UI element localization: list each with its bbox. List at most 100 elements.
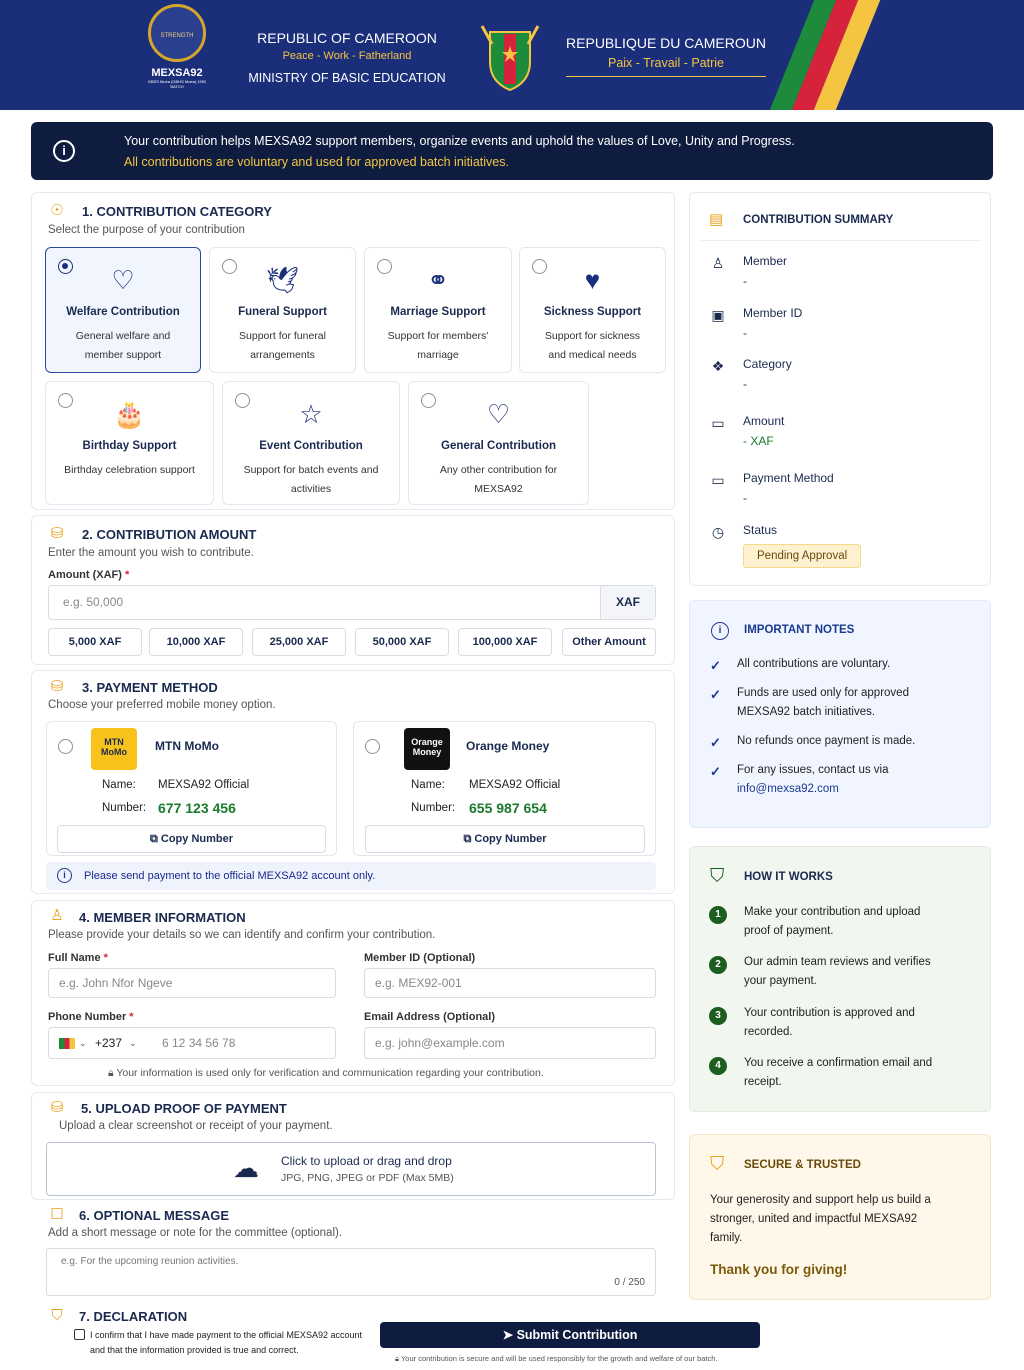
category-card-sickness[interactable]: ♥ Sickness Support Support for sickness … [519, 247, 666, 373]
email-input[interactable]: e.g. john@example.com [364, 1027, 656, 1059]
header-english: REPUBLIC OF CAMEROON Peace - Work - Fath… [248, 30, 446, 85]
section-6-title: 6. OPTIONAL MESSAGE [79, 1208, 230, 1223]
orange-number: 655 987 654 [469, 800, 547, 816]
section-2-title: 2. CONTRIBUTION AMOUNT [82, 527, 257, 542]
category-desc: Birthday celebration support [64, 464, 195, 476]
category-card-general[interactable]: ♡ General Contribution Any other contrib… [408, 381, 589, 505]
number-key: Number: [102, 802, 147, 814]
fr-motto: Paix - Travail - Patrie [566, 56, 766, 77]
memberid-label: Member ID (Optional) [364, 952, 476, 964]
divider [701, 240, 981, 241]
header-french: REPUBLIQUE DU CAMEROUN Paix - Travail - … [566, 35, 766, 77]
step-text: You receive a confirmation email and rec… [744, 1057, 933, 1088]
radio-button[interactable] [365, 739, 380, 754]
thanks-text: Thank you for giving! [710, 1262, 848, 1277]
category-desc: Any other contribution for MEXSA92 [439, 464, 558, 495]
category-name: Welfare Contribution [66, 306, 180, 318]
secure-title: SECURE & TRUSTED [744, 1159, 861, 1171]
category-card-funeral[interactable]: 🕊 Funeral Support Support for funeral ar… [209, 247, 356, 373]
name-key: Name: [102, 779, 136, 791]
hand-coin-icon: ☉ [50, 202, 64, 219]
mtn-number: 677 123 456 [158, 800, 236, 816]
radio-button[interactable] [58, 739, 73, 754]
step-text: Our admin team reviews and verifies your… [744, 956, 931, 987]
amount-chip-100000[interactable]: 100,000 XAF [458, 628, 552, 656]
upload-text: Click to upload or drag and drop [281, 1154, 452, 1168]
section-4-title: 4. MEMBER INFORMATION [79, 910, 246, 925]
payment-note: i Please send payment to the official ME… [46, 862, 656, 890]
mtn-account: MEXSA92 Official [158, 779, 250, 791]
check-icon: ✓ [710, 658, 721, 673]
payment-option-orange[interactable]: Orange Money Orange Money Name: MEXSA92 … [353, 721, 656, 856]
chevron-down-icon[interactable]: ⌄ [79, 1028, 87, 1058]
submit-note: 🔒︎ Your contribution is secure and will … [395, 1354, 718, 1363]
user-icon: ♙ [711, 255, 725, 271]
number-key: Number: [411, 802, 456, 814]
mexsa92-logo: STRENGTH MEXSA92 GBSS Muea (GBHS Muea) 1… [142, 4, 212, 104]
section-3-title: 3. PAYMENT METHOD [82, 680, 218, 695]
check-icon: ✓ [710, 735, 721, 750]
summary-title: CONTRIBUTION SUMMARY [743, 214, 894, 226]
heart-plus-icon: ♥ [584, 265, 601, 295]
amount-chip-10000[interactable]: 10,000 XAF [149, 628, 243, 656]
orange-name: Orange Money [466, 739, 550, 753]
amount-chip-5000[interactable]: 5,000 XAF [48, 628, 142, 656]
fr-title: REPUBLIQUE DU CAMEROUN [566, 35, 766, 51]
notes-card: i IMPORTANT NOTES ✓ All contributions ar… [689, 600, 991, 828]
category-desc: Support for batch events and activities [243, 464, 379, 495]
submit-button[interactable]: ➤ Submit Contribution [380, 1322, 760, 1348]
copy-number-button[interactable]: ⧉ Copy Number [57, 825, 326, 853]
rings-icon: ⚭ [427, 265, 449, 295]
copy-icon: ⧉ [463, 833, 475, 845]
payment-option-mtn[interactable]: MTN MoMo MTN MoMo Name: MEXSA92 Official… [46, 721, 337, 856]
amount-chip-25000[interactable]: 25,000 XAF [252, 628, 346, 656]
copy-number-button[interactable]: ⧉ Copy Number [365, 825, 645, 853]
section-1-title: 1. CONTRIBUTION CATEGORY [82, 204, 272, 219]
message-textarea[interactable]: e.g. For the upcoming reunion activities… [46, 1248, 656, 1296]
char-counter: 0 / 250 [614, 1277, 645, 1288]
category-card-birthday[interactable]: 🎂 Birthday Support Birthday celebration … [45, 381, 214, 505]
declaration-checkbox[interactable] [74, 1329, 85, 1340]
upload-formats: JPG, PNG, JPEG or PDF (Max 5MB) [281, 1172, 454, 1184]
contact-email-link[interactable]: info@mexsa92.com [737, 780, 947, 799]
note-item: For any issues, contact us via [737, 764, 889, 776]
amount-input[interactable]: e.g. 50,000 [48, 585, 656, 620]
currency-suffix: XAF [600, 586, 655, 619]
people-heart-icon: ♡ [111, 265, 135, 295]
mtn-logo: MTN MoMo [91, 728, 137, 770]
section-5-title: 5. UPLOAD PROOF OF PAYMENT [81, 1101, 287, 1116]
hands-heart-icon: ♡ [486, 399, 511, 429]
upload-dropzone[interactable]: ☁ Click to upload or drag and drop JPG, … [46, 1142, 656, 1196]
ministry-name: MINISTRY OF BASIC EDUCATION [248, 71, 446, 85]
amount-chip-50000[interactable]: 50,000 XAF [355, 628, 449, 656]
category-card-welfare[interactable]: ♡ Welfare Contribution General welfare a… [45, 247, 201, 373]
shield-check-icon: ⛉ [710, 866, 725, 887]
banner-line-1: Your contribution helps MEXSA92 support … [124, 134, 795, 148]
category-name: Sickness Support [543, 306, 642, 318]
orange-money-logo: Orange Money [404, 728, 450, 770]
secure-card: ⛉ SECURE & TRUSTED Your generosity and s… [689, 1134, 991, 1300]
memberid-input[interactable]: e.g. MEX92-001 [364, 968, 656, 998]
name-key: Name: [411, 779, 445, 791]
amount-label: Amount (XAF) * [48, 569, 130, 581]
phone-input[interactable]: ⌄ +237 ⌄ 6 12 34 56 78 [48, 1027, 336, 1059]
step-number: 3 [709, 1007, 727, 1025]
category-name: Marriage Support [390, 306, 486, 318]
coins-icon: ⛁ [50, 1099, 64, 1116]
coins-icon: ⛁ [50, 525, 64, 542]
logo-badge: STRENGTH [148, 4, 206, 62]
category-name: Funeral Support [238, 306, 327, 318]
category-card-event[interactable]: ☆ Event Contribution Support for batch e… [222, 381, 400, 505]
amount-chip-other[interactable]: Other Amount [562, 628, 656, 656]
amount-placeholder: e.g. 50,000 [63, 595, 124, 609]
phone-placeholder: 6 12 34 56 78 [162, 1036, 236, 1050]
note-item: All contributions are voluntary. [737, 658, 891, 670]
shield-icon: ⛉ [51, 1307, 63, 1324]
wallet-icon: ⛁ [50, 678, 64, 695]
fullname-input[interactable]: e.g. John Nfor Ngeve [48, 968, 336, 998]
money-icon: ▭ [711, 415, 725, 431]
chevron-down-icon[interactable]: ⌄ [129, 1028, 137, 1058]
phone-code[interactable]: +237 [95, 1028, 122, 1058]
info-icon: i [711, 622, 729, 640]
category-card-marriage[interactable]: ⚭ Marriage Support Support for members' … [364, 247, 512, 373]
